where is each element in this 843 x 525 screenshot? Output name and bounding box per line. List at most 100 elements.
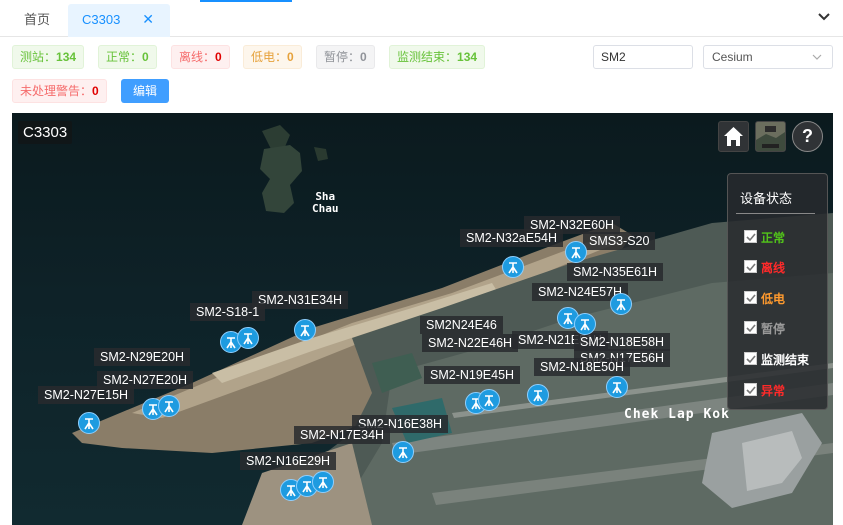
badge-label: 离线：: [179, 50, 216, 64]
check-icon: [746, 263, 756, 272]
station-label[interactable]: SM2-N27E15H: [38, 386, 135, 404]
badge-label: 低电：: [251, 50, 288, 64]
station-label[interactable]: SMS3-S20: [583, 232, 656, 250]
badge-station-count: 测站：134: [12, 45, 85, 69]
badge-value: 0: [215, 50, 222, 64]
badge-value: 134: [56, 50, 77, 64]
station-pin[interactable]: [312, 471, 334, 493]
legend-label: 低电: [761, 292, 786, 306]
badge-label: 监测结束：: [397, 50, 458, 64]
checkbox[interactable]: [744, 321, 757, 334]
legend-label: 离线: [761, 261, 786, 275]
station-label[interactable]: SM2-N16E29H: [240, 452, 337, 470]
checkbox[interactable]: [744, 291, 757, 304]
badge-label: 正常：: [106, 50, 143, 64]
survey-tripod-icon: [243, 333, 253, 345]
tab-home-label: 首页: [24, 12, 51, 27]
station-pin[interactable]: [294, 319, 316, 341]
legend-label: 暂停: [761, 322, 786, 336]
station-label[interactable]: SM2-N17E34H: [294, 426, 391, 444]
station-label[interactable]: SM2-N32aE54H: [460, 229, 564, 247]
tab-bar: 首页 C3303 ✕: [0, 0, 843, 37]
viewer-select[interactable]: Cesium: [703, 45, 833, 69]
survey-tripod-icon: [616, 299, 626, 311]
station-label[interactable]: SM2-N22E46H: [422, 334, 519, 352]
check-icon: [746, 324, 756, 333]
check-icon: [746, 233, 756, 242]
badge-offline: 离线：0: [171, 45, 230, 69]
station-label[interactable]: SM2-N18E50H: [534, 358, 631, 376]
badge-label: 暂停：: [324, 50, 361, 64]
tab-indicator: [200, 0, 292, 2]
survey-tripod-icon: [580, 319, 590, 331]
badge-value: 0: [92, 84, 99, 98]
legend-label: 异常: [761, 384, 786, 398]
place-label-chek-lap-kok: Chek Lap Kok: [624, 407, 730, 422]
badge-paused: 暂停：0: [316, 45, 375, 69]
checkbox[interactable]: [744, 260, 757, 273]
survey-tripod-icon: [226, 337, 236, 349]
survey-tripod-icon: [318, 477, 328, 489]
help-button[interactable]: ?: [792, 121, 823, 152]
station-pin[interactable]: [565, 241, 587, 263]
legend-title: 设备状态: [740, 191, 793, 206]
badge-label: 测站：: [20, 50, 57, 64]
station-label[interactable]: SM2-S18-1: [190, 303, 266, 321]
station-label[interactable]: SM2-N19E45H: [424, 366, 521, 384]
station-label[interactable]: SM2-N29E20H: [94, 348, 191, 366]
map-home-button[interactable]: [718, 121, 749, 152]
survey-tripod-icon: [563, 313, 573, 325]
survey-tripod-icon: [484, 395, 494, 407]
basemap-picker-button[interactable]: [755, 121, 786, 152]
place-label-sha-chau: Sha Chau: [312, 190, 339, 215]
station-pin[interactable]: [158, 395, 180, 417]
badge-monitoring-ended: 监测结束：134: [389, 45, 486, 69]
station-pin[interactable]: [237, 327, 259, 349]
survey-tripod-icon: [300, 325, 310, 337]
checkbox[interactable]: [744, 383, 757, 396]
badge-value: 0: [360, 50, 367, 64]
survey-tripod-icon: [533, 390, 543, 402]
station-label[interactable]: SM2N24E46: [420, 316, 503, 334]
check-icon: [746, 355, 756, 364]
station-pin[interactable]: [478, 389, 500, 411]
badge-value: 0: [142, 50, 149, 64]
station-pin[interactable]: [392, 441, 414, 463]
station-pin[interactable]: [606, 376, 628, 398]
check-icon: [746, 386, 756, 395]
map-title: C3303: [18, 121, 73, 144]
close-icon[interactable]: ✕: [142, 4, 154, 35]
badge-value: 0: [287, 50, 294, 64]
search-input[interactable]: [593, 45, 693, 69]
legend-label: 正常: [761, 231, 786, 245]
legend-label: 监测结束: [761, 353, 810, 367]
badge-low-battery: 低电：0: [243, 45, 302, 69]
device-status-legend: 设备状态 正常 离线 低电 暂停 监测结束 异常: [727, 173, 828, 410]
station-label[interactable]: SM2-N31E34H: [252, 291, 349, 309]
tab-c3303-label: C3303: [82, 12, 121, 27]
survey-tripod-icon: [164, 401, 174, 413]
station-label[interactable]: SM2-N35E61H: [567, 263, 664, 281]
checkbox[interactable]: [744, 230, 757, 243]
edit-button[interactable]: 编辑: [121, 79, 169, 103]
station-pin[interactable]: [574, 313, 596, 335]
tab-c3303[interactable]: C3303 ✕: [68, 4, 170, 37]
map-viewer[interactable]: C3303 ? Sha Chau Chek Lap Kok SM2-N32E60H…: [12, 113, 833, 525]
tab-home[interactable]: 首页: [14, 4, 60, 37]
check-icon: [746, 294, 756, 303]
survey-tripod-icon: [84, 418, 94, 430]
chevron-down-icon[interactable]: [817, 9, 831, 23]
basemap-thumbnail-icon: [756, 122, 785, 151]
station-pin[interactable]: [78, 412, 100, 434]
badge-normal: 正常：0: [98, 45, 157, 69]
badge-label: 未处理警告：: [20, 84, 93, 98]
station-pin[interactable]: [610, 293, 632, 315]
checkbox[interactable]: [744, 352, 757, 365]
chevron-down-icon: [812, 54, 822, 60]
badge-value: 134: [457, 50, 478, 64]
survey-tripod-icon: [612, 382, 622, 394]
question-icon: ?: [802, 126, 813, 146]
station-pin[interactable]: [502, 256, 524, 278]
viewer-select-value: Cesium: [712, 50, 753, 64]
station-pin[interactable]: [527, 384, 549, 406]
